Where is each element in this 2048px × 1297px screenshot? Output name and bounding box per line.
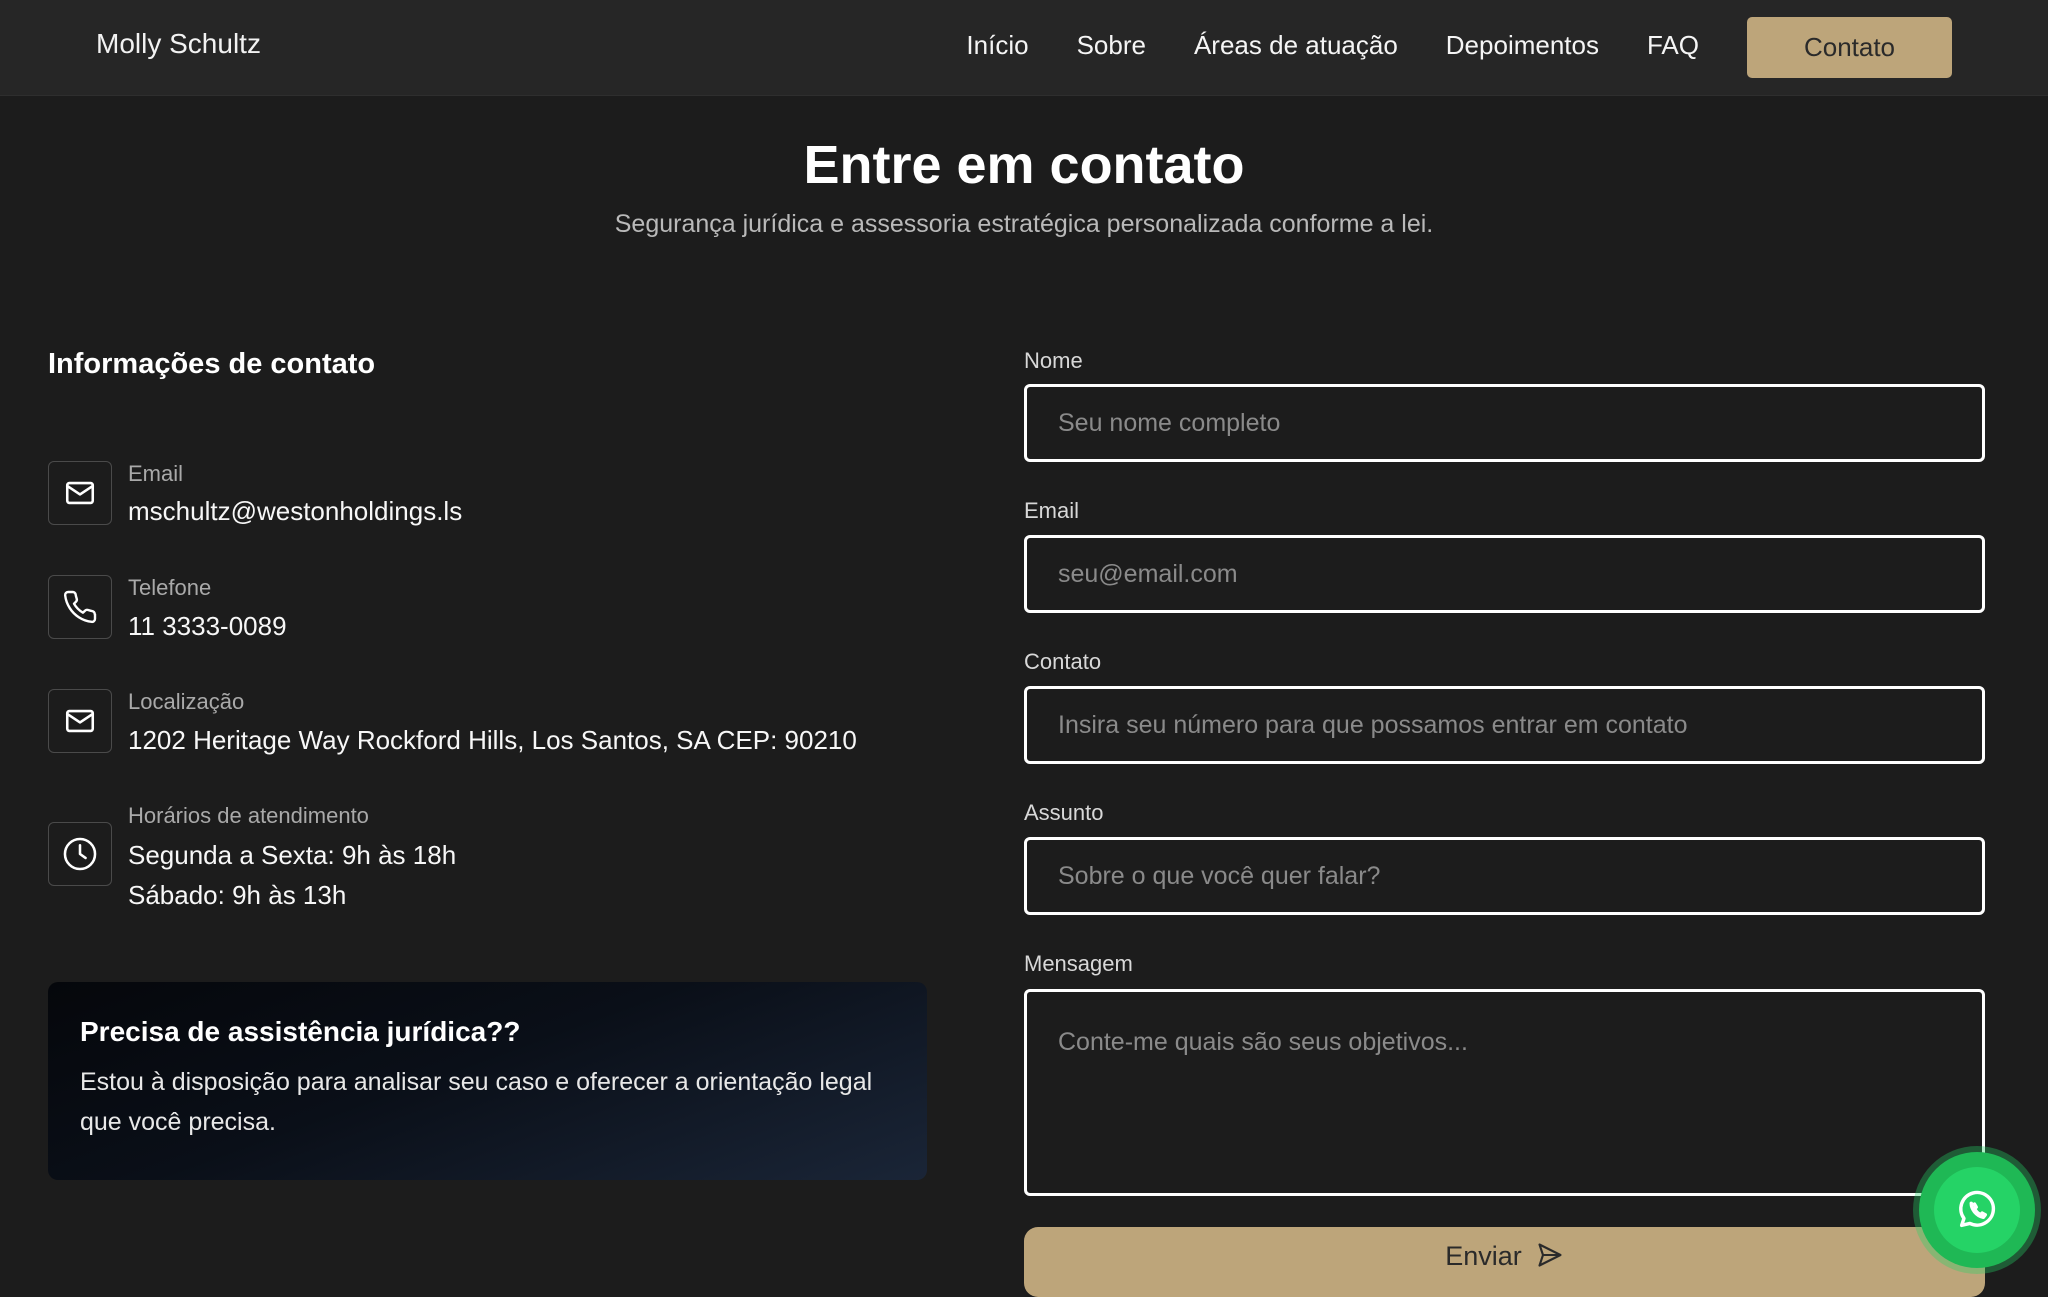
phone-input[interactable]: [1024, 686, 1985, 764]
contact-email-value[interactable]: mschultz@westonholdings.ls: [128, 491, 462, 531]
email-label: Email: [1024, 498, 1080, 523]
message-label: Mensagem: [1024, 951, 1133, 976]
phone-icon: [48, 575, 112, 639]
subject-label: Assunto: [1024, 800, 1104, 825]
contact-phone-value[interactable]: 11 3333-0089: [128, 606, 287, 646]
page-title: Entre em contato: [803, 135, 1245, 195]
hours-saturday: Sábado: 9h às 13h: [128, 880, 347, 910]
legal-help-card: Precisa de assistência jurídica?? Estou …: [48, 982, 927, 1180]
contact-item-label: Localização: [128, 689, 245, 714]
contact-item-label: Horários de atendimento: [128, 803, 369, 828]
name-input[interactable]: [1024, 384, 1985, 462]
hours-weekdays: Segunda a Sexta: 9h às 18h: [128, 840, 457, 870]
brand-name[interactable]: Molly Schultz: [96, 28, 261, 60]
nav-link-faq[interactable]: FAQ: [1647, 30, 1699, 61]
contact-nav-button[interactable]: Contato: [1747, 17, 1952, 78]
phone-label: Contato: [1024, 649, 1102, 674]
help-card-text: Estou à disposição para analisar seu cas…: [80, 1068, 873, 1136]
nav-link-depoimentos[interactable]: Depoimentos: [1446, 30, 1599, 61]
mail-icon: [48, 461, 112, 525]
nav-link-areas[interactable]: Áreas de atuação: [1194, 30, 1398, 61]
contact-info-heading: Informações de contato: [48, 348, 376, 380]
email-input[interactable]: [1024, 535, 1985, 613]
nav-link-sobre[interactable]: Sobre: [1077, 30, 1146, 61]
nav-link-inicio[interactable]: Início: [966, 30, 1028, 61]
contact-item-label: Telefone: [128, 575, 212, 600]
subject-input[interactable]: [1024, 837, 1985, 915]
page-subtitle: Segurança jurídica e assessoria estratég…: [614, 210, 1434, 238]
submit-button[interactable]: Enviar: [1024, 1227, 1985, 1297]
whatsapp-icon: [1934, 1167, 2020, 1253]
contact-item-label: Email: [128, 461, 184, 486]
clock-icon: [48, 822, 112, 886]
mail-icon: [48, 689, 112, 753]
name-label: Nome: [1024, 348, 1083, 373]
whatsapp-button[interactable]: [1919, 1152, 2035, 1268]
send-icon: [1536, 1241, 1564, 1276]
help-card-title: Precisa de assistência jurídica??: [80, 1016, 521, 1047]
message-textarea[interactable]: [1024, 989, 1985, 1196]
submit-button-label: Enviar: [1445, 1241, 1522, 1271]
contact-location-value: 1202 Heritage Way Rockford Hills, Los Sa…: [128, 725, 857, 755]
main-nav: Início Sobre Áreas de atuação Depoimento…: [966, 30, 1699, 61]
top-navbar: Molly Schultz Início Sobre Áreas de atua…: [0, 0, 2048, 96]
